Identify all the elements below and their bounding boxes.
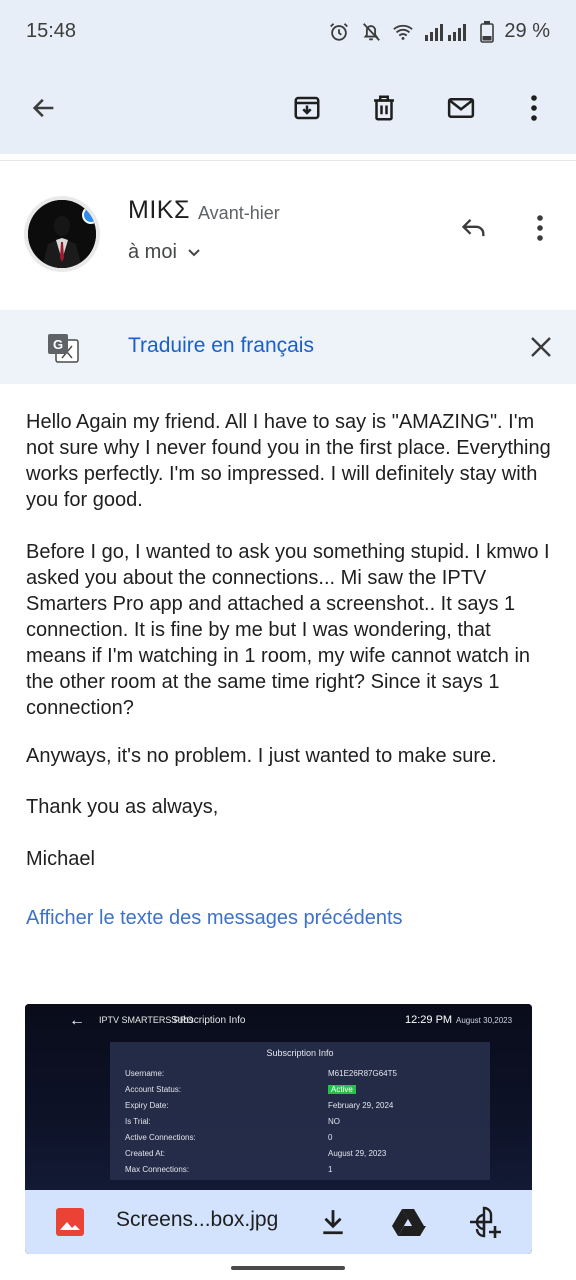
translate-link[interactable]: Traduire en français: [128, 334, 314, 358]
alarm-icon: [330, 22, 349, 41]
avatar[interactable]: [24, 196, 100, 272]
status-icons: 29 %: [328, 20, 550, 43]
translate-icon: G: [46, 332, 80, 364]
status-bar: 15:48 29 %: [0, 0, 576, 66]
signature: Michael: [26, 848, 95, 870]
preview-back-arrow-icon: ←: [69, 1012, 85, 1029]
divider: [0, 160, 576, 161]
attachment-card[interactable]: ← IPTV SMARTERS PRO Subscription Info 12…: [25, 1004, 532, 1254]
close-translate-button[interactable]: [520, 326, 562, 368]
row-value: February 29, 2024: [328, 1101, 394, 1110]
status-badge: Active: [328, 1085, 356, 1094]
wifi-icon: [393, 24, 414, 40]
row-label: Is Trial:: [125, 1117, 151, 1126]
svg-text:G: G: [53, 337, 63, 352]
preview-info-panel: Subscription Info Username: M61E26R87G64T…: [110, 1042, 490, 1180]
status-time: 15:48: [26, 20, 77, 42]
more-vert-icon: [537, 215, 543, 241]
more-options-button[interactable]: [508, 82, 560, 134]
mark-unread-button[interactable]: [435, 82, 487, 134]
delete-icon: [374, 95, 394, 121]
row-value: M61E26R87G64T5: [328, 1069, 397, 1078]
row-value: 0: [328, 1133, 333, 1142]
battery-icon: [480, 20, 495, 43]
row-value: NO: [328, 1117, 340, 1126]
message-more-button[interactable]: [520, 206, 560, 250]
recipient-details-toggle[interactable]: à moi: [128, 241, 201, 264]
verified-badge-icon: [82, 206, 96, 224]
home-indicator[interactable]: [231, 1266, 345, 1270]
save-to-drive-button[interactable]: [389, 1206, 427, 1238]
chevron-down-icon: [188, 248, 200, 256]
translate-bar: G Traduire en français: [0, 310, 576, 384]
add-to-photos-button[interactable]: [465, 1204, 505, 1240]
row-label: Account Status:: [125, 1085, 182, 1094]
attachment-preview[interactable]: ← IPTV SMARTERS PRO Subscription Info 12…: [25, 1004, 532, 1190]
image-file-icon: [56, 1208, 84, 1236]
row-label: Expiry Date:: [125, 1101, 169, 1110]
reply-icon: [461, 219, 485, 237]
sender-name[interactable]: ΜΙΚΣ: [128, 196, 190, 225]
row-label: Max Connections:: [125, 1165, 190, 1174]
mark-unread-icon: [447, 98, 475, 118]
reply-button[interactable]: [452, 206, 496, 250]
row-value: 1: [328, 1165, 333, 1174]
show-previous-messages-link[interactable]: Afficher le texte des messages précédent…: [26, 907, 403, 930]
preview-screen-title: Subscription Info: [171, 1015, 246, 1026]
top-toolbar: [0, 66, 576, 154]
preview-time: 12:29 PM: [405, 1014, 453, 1026]
body-paragraph: Anyways, it's no problem. I just wanted …: [26, 745, 497, 767]
row-label: Created At:: [125, 1149, 166, 1158]
archive-button[interactable]: [281, 82, 333, 134]
row-label: Active Connections:: [125, 1133, 196, 1142]
back-button[interactable]: [18, 82, 70, 134]
preview-date: August 30,2023: [456, 1016, 513, 1025]
body-paragraph: Hello Again my friend. All I have to say…: [26, 411, 551, 511]
archive-icon: [294, 96, 320, 120]
attachment-bar: Screens...box.jpg: [25, 1190, 532, 1254]
body-paragraph: Thank you as always,: [26, 796, 219, 818]
delete-button[interactable]: [358, 82, 410, 134]
download-button[interactable]: [317, 1206, 349, 1238]
preview-panel-title: Subscription Info: [266, 1048, 334, 1058]
row-label: Username:: [125, 1069, 165, 1078]
more-vert-icon: [531, 95, 537, 121]
avatar-image: [28, 200, 96, 268]
body-paragraph: Before I go, I wanted to ask you somethi…: [26, 541, 550, 719]
add-to-photos-icon: [470, 1206, 501, 1238]
close-icon: [531, 337, 551, 357]
back-arrow-icon: [32, 98, 54, 118]
attachment-filename[interactable]: Screens...box.jpg: [116, 1208, 278, 1232]
notifications-off-icon: [363, 22, 381, 41]
row-value: August 29, 2023: [328, 1149, 387, 1158]
message-date: Avant-hier: [198, 203, 280, 223]
signal-icon: [425, 23, 467, 41]
drive-icon: [392, 1209, 426, 1236]
download-icon: [323, 1210, 343, 1235]
battery-percent: 29 %: [504, 20, 550, 42]
recipient-label: à moi: [128, 241, 177, 263]
